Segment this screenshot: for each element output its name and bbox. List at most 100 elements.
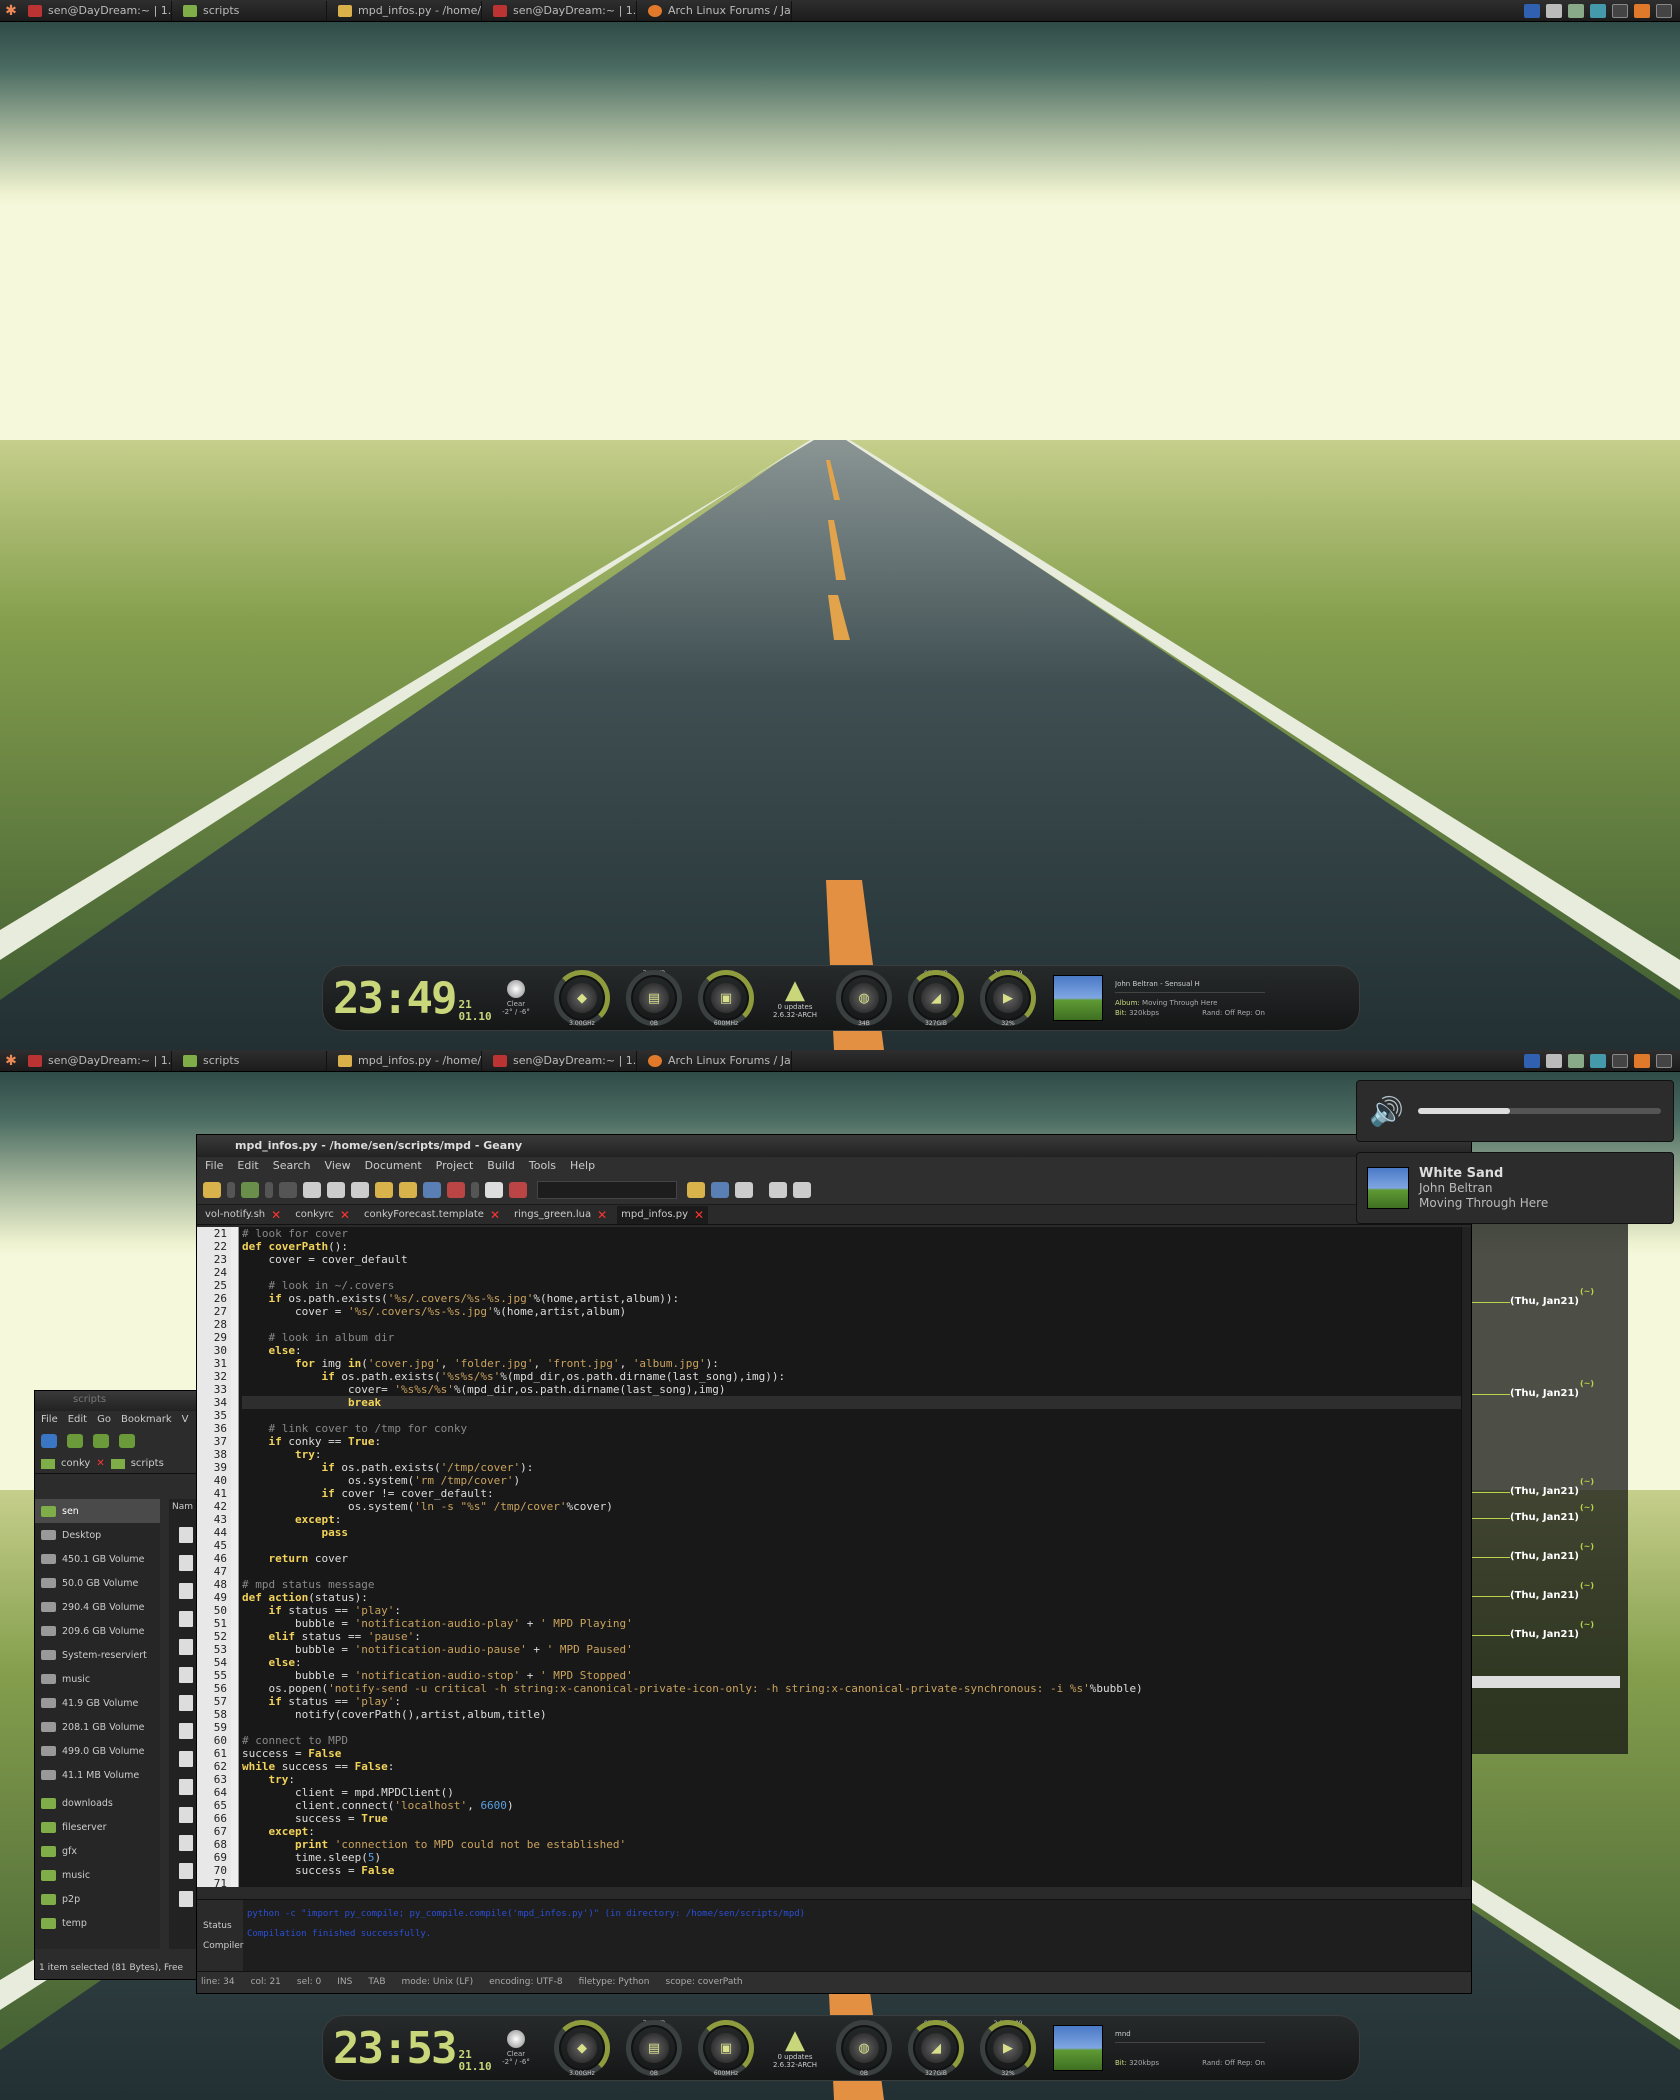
tab-conky[interactable]: conky <box>61 1458 90 1469</box>
code-line[interactable]: if status == 'play': <box>242 1695 1461 1708</box>
file-icon[interactable] <box>179 1723 193 1739</box>
place-volume[interactable]: System-reserviert <box>35 1643 160 1667</box>
task-terminal-2[interactable]: sen@DayDream:~ | 1... <box>487 0 637 21</box>
bookmark-item[interactable]: downloads <box>35 1791 160 1815</box>
bookmark-item[interactable]: music <box>35 1863 160 1887</box>
menu-edit[interactable]: Edit <box>237 1159 258 1173</box>
menu-view[interactable]: View <box>325 1159 351 1173</box>
code-line[interactable] <box>242 1266 1461 1279</box>
clear-icon[interactable] <box>687 1181 705 1198</box>
close-tab-icon[interactable]: ✕ <box>271 1208 281 1222</box>
compiler-line[interactable]: python -c "import py_compile; py_compile… <box>247 1904 805 1924</box>
task-geany[interactable]: mpd_infos.py - /home/... <box>332 0 482 21</box>
code-line[interactable]: cover = cover_default <box>242 1253 1461 1266</box>
code-line[interactable]: bubble = 'notification-audio-stop' + ' M… <box>242 1669 1461 1682</box>
code-line[interactable]: else: <box>242 1656 1461 1669</box>
code-line[interactable]: # connect to MPD <box>242 1734 1461 1747</box>
code-line[interactable]: bubble = 'notification-audio-pause' + ' … <box>242 1643 1461 1656</box>
file-icon[interactable] <box>179 1863 193 1879</box>
menu-search[interactable]: Search <box>273 1159 311 1173</box>
code-line[interactable]: for img in('cover.jpg', 'folder.jpg', 'f… <box>242 1357 1461 1370</box>
code-line[interactable]: if conky == True: <box>242 1435 1461 1448</box>
code-line[interactable] <box>242 1539 1461 1552</box>
fold-margin[interactable] <box>231 1227 239 1887</box>
code-line[interactable] <box>242 1565 1461 1578</box>
copy-icon[interactable] <box>303 1181 321 1198</box>
menu-tools[interactable]: Tools <box>529 1159 556 1173</box>
code-line[interactable] <box>242 1409 1461 1422</box>
code-line[interactable]: os.popen('notify-send -u critical -h str… <box>242 1682 1461 1695</box>
cut-icon[interactable] <box>351 1181 369 1198</box>
code-line[interactable]: except: <box>242 1513 1461 1526</box>
desktop-2-icon[interactable] <box>1656 3 1672 18</box>
build-icon[interactable] <box>447 1181 465 1198</box>
menu-help[interactable]: Help <box>570 1159 595 1173</box>
file-icon[interactable] <box>179 1695 193 1711</box>
menu-build[interactable]: Build <box>487 1159 515 1173</box>
menu-icon[interactable]: ✱ <box>0 0 22 22</box>
code-line[interactable]: if os.path.exists('/tmp/cover'): <box>242 1461 1461 1474</box>
code-line[interactable]: def action(status): <box>242 1591 1461 1604</box>
desktop-1-icon[interactable] <box>1612 3 1628 18</box>
window-title[interactable]: scripts <box>35 1391 203 1411</box>
place-home[interactable]: sen <box>35 1499 160 1523</box>
place-volume[interactable]: 499.0 GB Volume <box>35 1739 160 1763</box>
place-volume[interactable]: 41.1 MB Volume <box>35 1763 160 1787</box>
place-volume[interactable]: 41.9 GB Volume <box>35 1691 160 1715</box>
code-line[interactable] <box>242 1318 1461 1331</box>
tab-vol-notify[interactable]: vol-notify.sh ✕ <box>201 1206 285 1224</box>
redo-icon[interactable] <box>399 1181 417 1198</box>
goto-line-icon[interactable] <box>735 1181 753 1198</box>
bookmark-item[interactable]: fileserver <box>35 1815 160 1839</box>
paste-icon[interactable] <box>327 1181 345 1198</box>
code-line[interactable]: try: <box>242 1773 1461 1786</box>
code-line[interactable]: os.system('rm /tmp/cover') <box>242 1474 1461 1487</box>
tab-conkyforecast[interactable]: conkyForecast.template ✕ <box>360 1206 504 1224</box>
code-line[interactable]: pass <box>242 1526 1461 1539</box>
code-line[interactable]: client = mpd.MPDClient() <box>242 1786 1461 1799</box>
forward-icon[interactable] <box>93 1434 109 1448</box>
window-title[interactable]: mpd_infos.py - /home/sen/scripts/mpd - G… <box>197 1135 1471 1157</box>
search-input[interactable] <box>537 1180 677 1199</box>
weather-tray-icon[interactable] <box>1524 3 1540 18</box>
print-icon[interactable] <box>769 1181 787 1198</box>
clipboard-tray-icon[interactable] <box>1546 3 1562 18</box>
tab-conkyrc[interactable]: conkyrc ✕ <box>291 1206 354 1224</box>
tab-scripts[interactable]: scripts <box>131 1458 164 1469</box>
task-scripts[interactable]: scripts <box>177 0 327 21</box>
code-line[interactable]: def coverPath(): <box>242 1240 1461 1253</box>
task-terminal-1[interactable]: sen@DayDream:~ | 1... <box>22 0 172 21</box>
code-line[interactable]: except: <box>242 1825 1461 1838</box>
file-icon[interactable] <box>179 1807 193 1823</box>
close-tab-icon[interactable]: ✕ <box>597 1208 607 1222</box>
undo-icon[interactable] <box>375 1181 393 1198</box>
code-line[interactable]: else: <box>242 1344 1461 1357</box>
tab-rings-green[interactable]: rings_green.lua ✕ <box>510 1206 611 1224</box>
code-line[interactable]: # link cover to /tmp for conky <box>242 1422 1461 1435</box>
firefox-tray-icon[interactable] <box>1634 3 1650 18</box>
file-icon[interactable] <box>179 1639 193 1655</box>
tab-mpd-infos[interactable]: mpd_infos.py ✕ <box>617 1205 709 1224</box>
code-line[interactable]: elif status == 'pause': <box>242 1630 1461 1643</box>
code-line[interactable]: if status == 'play': <box>242 1604 1461 1617</box>
file-icon[interactable] <box>179 1611 193 1627</box>
volume-tray-icon[interactable] <box>1590 3 1606 18</box>
up-icon[interactable] <box>119 1434 135 1448</box>
file-icon[interactable] <box>179 1555 193 1571</box>
place-volume[interactable]: 450.1 GB Volume <box>35 1547 160 1571</box>
code-line[interactable]: time.sleep(5) <box>242 1851 1461 1864</box>
dropdown-icon[interactable] <box>471 1181 479 1198</box>
code-line[interactable]: success = True <box>242 1812 1461 1825</box>
compile-icon[interactable] <box>423 1181 441 1198</box>
menu-bookmark[interactable]: Bookmark <box>121 1414 172 1425</box>
menu-go[interactable]: Go <box>97 1414 111 1425</box>
code-line[interactable]: cover = '%s/.covers/%s-%s.jpg'%(home,art… <box>242 1305 1461 1318</box>
file-icon[interactable] <box>179 1891 193 1907</box>
task-firefox[interactable]: Arch Linux Forums / Ja... <box>642 1050 792 1071</box>
code-line[interactable]: bubble = 'notification-audio-play' + ' M… <box>242 1617 1461 1630</box>
menu-icon[interactable]: ✱ <box>0 1050 22 1072</box>
file-icon[interactable] <box>179 1751 193 1767</box>
menu-file[interactable]: File <box>205 1159 223 1173</box>
file-icon[interactable] <box>179 1667 193 1683</box>
place-volume[interactable]: 208.1 GB Volume <box>35 1715 160 1739</box>
